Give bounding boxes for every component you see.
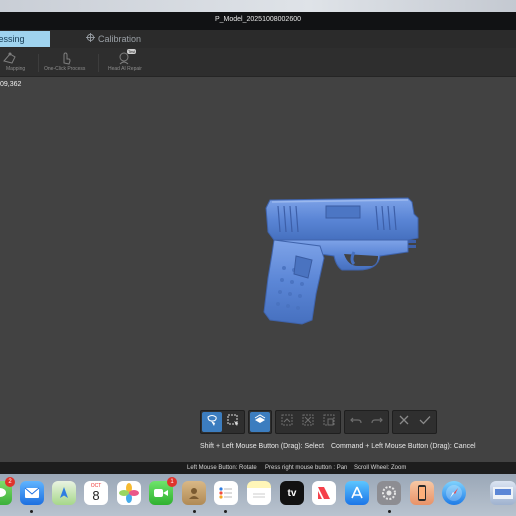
apple-tv-label: tv: [287, 487, 297, 499]
contacts-icon[interactable]: [182, 481, 206, 505]
check-icon: [418, 413, 432, 432]
hand-click-icon: [58, 51, 72, 65]
edit-selection-group: [275, 410, 341, 434]
mapping-tool[interactable]: Mapping: [0, 51, 25, 72]
messages-badge: 2: [5, 477, 15, 487]
history-group: [344, 410, 389, 434]
mail-icon[interactable]: [20, 481, 44, 505]
test-badge: Test: [126, 49, 137, 54]
select-hint: Shift + Left Mouse Button (Drag): Select: [200, 443, 324, 450]
toolbar-divider: [98, 54, 99, 72]
one-click-process-tool[interactable]: One-Click Process: [44, 51, 85, 72]
cancel-hint: Command + Left Mouse Button (Drag): Canc…: [331, 443, 476, 450]
status-zoom: Scroll Wheel: Zoom: [354, 465, 407, 471]
one-click-process-label: One-Click Process: [44, 66, 86, 72]
redo-button[interactable]: [367, 412, 387, 432]
preview-window-thumbnail[interactable]: [490, 481, 516, 505]
pistol-scan-model[interactable]: [258, 194, 426, 331]
head-repair-icon: Test: [117, 49, 137, 65]
apple-tv-icon[interactable]: tv: [280, 481, 304, 505]
clear-selection-icon: [301, 413, 315, 432]
rect-select-button[interactable]: [223, 412, 243, 432]
select-through-group: [248, 410, 272, 434]
running-indicator: [224, 510, 227, 513]
select-through-button[interactable]: [250, 412, 270, 432]
head-ai-repair-tool[interactable]: Test Head AI Repair: [108, 49, 142, 72]
apply-button[interactable]: [415, 412, 435, 432]
window-titlebar: P_Model_20251008002600: [0, 12, 516, 31]
calendar-day: 8: [92, 488, 100, 503]
running-indicator: [30, 510, 33, 513]
reminders-icon[interactable]: [214, 481, 238, 505]
invert-selection-button[interactable]: [277, 412, 297, 432]
lasso-select-button[interactable]: [202, 412, 222, 432]
trash-icon: [322, 413, 336, 432]
running-indicator: [388, 510, 391, 513]
photos-icon[interactable]: [117, 481, 141, 505]
notes-icon[interactable]: [247, 481, 271, 505]
macos-dock: 2 OCT 8 1 tv: [0, 474, 516, 516]
news-icon[interactable]: [312, 481, 336, 505]
close-icon: [397, 413, 411, 432]
clear-selection-button[interactable]: [298, 412, 318, 432]
tab-calibration[interactable]: Calibration: [86, 31, 141, 47]
status-bar: Left Mouse Button: Rotate Press right mo…: [0, 462, 516, 474]
system-settings-icon[interactable]: [377, 481, 401, 505]
running-indicator: [193, 510, 196, 513]
tab-calibration-label: Calibration: [98, 34, 142, 44]
pistol-model-render: [263, 197, 419, 325]
app-store-icon[interactable]: [345, 481, 369, 505]
redo-icon: [370, 413, 384, 432]
selection-mode-group: [200, 410, 245, 434]
crosshair-icon: [86, 31, 95, 47]
lasso-select-icon: [205, 413, 219, 432]
undo-button[interactable]: [346, 412, 366, 432]
invert-selection-icon: [280, 413, 294, 432]
tab-processing[interactable]: cessing: [0, 31, 50, 47]
rect-select-icon: [226, 413, 240, 432]
confirm-group: [392, 410, 437, 434]
undo-icon: [349, 413, 363, 432]
desktop-background: [0, 0, 516, 12]
facetime-badge: 1: [167, 477, 177, 487]
delete-selection-button[interactable]: [319, 412, 339, 432]
iphone-mirroring-icon[interactable]: [410, 481, 434, 505]
window-title: P_Model_20251008002600: [214, 16, 302, 23]
safari-icon[interactable]: [442, 481, 466, 505]
toolbar: Mapping One-Click Process Test Head AI R…: [0, 48, 516, 77]
mapping-icon: [2, 51, 18, 65]
calendar-icon[interactable]: OCT 8: [84, 481, 108, 505]
toolbar-divider: [38, 54, 39, 72]
status-pan: Press right mouse button : Pan: [265, 465, 348, 471]
tab-processing-label: cessing: [0, 34, 25, 44]
triangle-count: 09,362: [0, 81, 22, 88]
maps-icon[interactable]: [52, 481, 76, 505]
tab-bar: cessing Calibration: [0, 30, 516, 48]
status-rotate: Left Mouse Button: Rotate: [187, 465, 257, 471]
layers-select-icon: [253, 413, 267, 432]
head-ai-repair-label: Head AI Repair: [108, 66, 142, 72]
mapping-label: Mapping: [6, 66, 26, 72]
cancel-button[interactable]: [394, 412, 414, 432]
selection-toolbar: [200, 410, 437, 434]
